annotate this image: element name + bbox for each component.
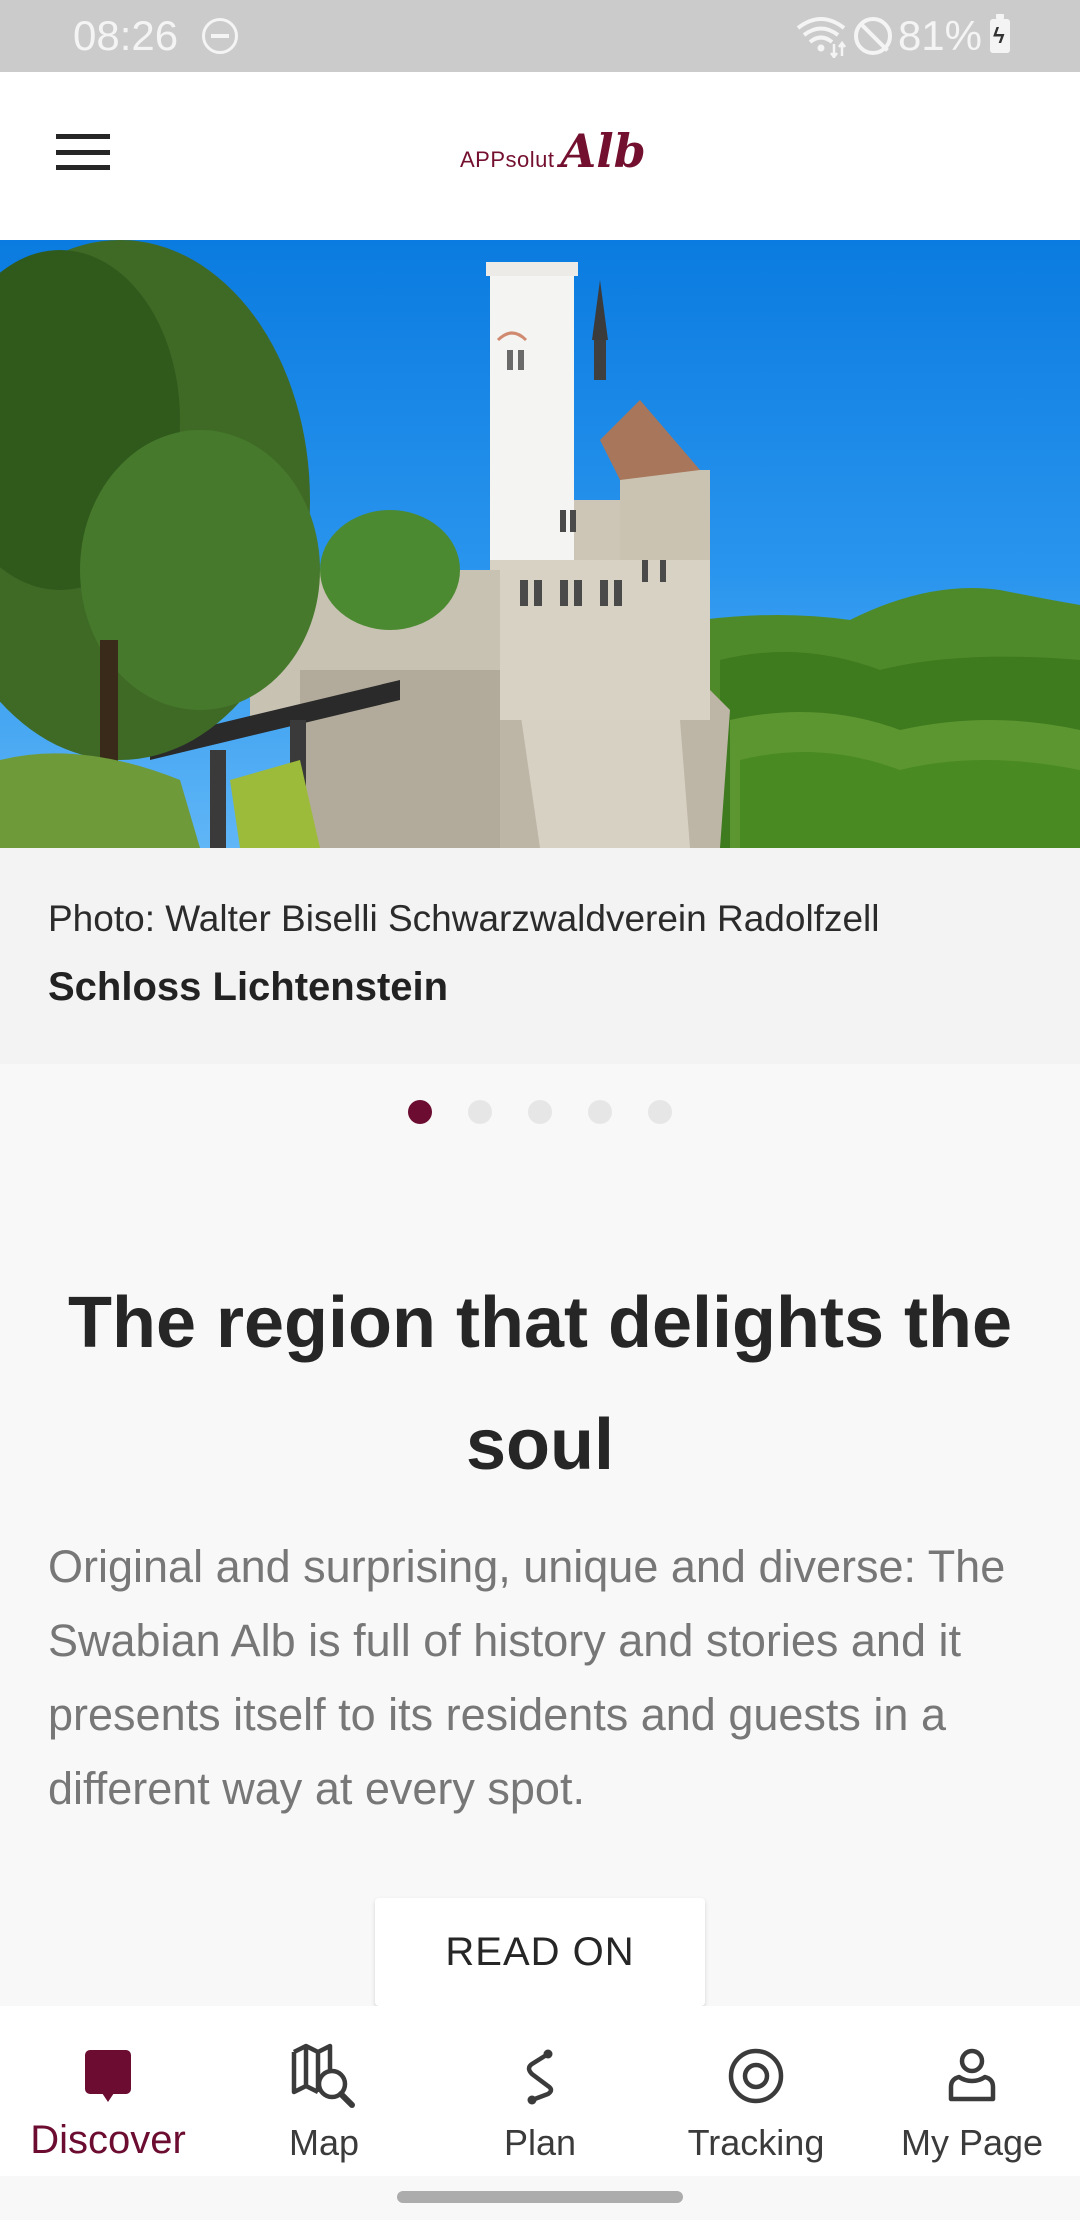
castle-illustration xyxy=(0,240,1080,848)
nav-item-tracking[interactable]: Tracking xyxy=(648,2006,864,2176)
blocked-icon xyxy=(853,17,892,55)
route-icon xyxy=(500,2036,580,2116)
carousel-dot-1[interactable] xyxy=(408,1100,432,1124)
user-icon xyxy=(932,2036,1012,2116)
photo-credit: Photo: Walter Biselli Schwarzwaldverein … xyxy=(48,898,880,939)
nav-item-discover[interactable]: Discover xyxy=(0,2006,216,2176)
nav-label-discover: Discover xyxy=(30,2118,186,2162)
discover-icon xyxy=(68,2036,148,2116)
nav-label-my-page: My Page xyxy=(900,2122,1044,2163)
logo-prefix: APPsolut xyxy=(460,147,555,172)
carousel-dot-5[interactable] xyxy=(648,1100,672,1124)
status-right-group: 81% ϟ xyxy=(794,10,1010,62)
battery-charging-icon: ϟ xyxy=(990,14,1010,53)
nav-item-map[interactable]: Map xyxy=(216,2006,432,2176)
carousel-dot-3[interactable] xyxy=(528,1100,552,1124)
battery-percent: 81% xyxy=(897,12,982,59)
carousel-dot-2[interactable] xyxy=(468,1100,492,1124)
status-time: 08:26 xyxy=(73,12,179,59)
logo-suffix: Alb xyxy=(560,124,646,178)
hero-caption: Photo: Walter Biselli Schwarzwaldverein … xyxy=(0,848,1080,1064)
screen: 08:26 81% ϟ APPsolut Alb Photo: Walter B… xyxy=(0,0,1080,2220)
nav-item-my-page[interactable]: My Page xyxy=(864,2006,1080,2176)
tracking-target-icon xyxy=(716,2036,796,2116)
do-not-disturb-icon xyxy=(202,18,238,54)
carousel-dot-4[interactable] xyxy=(588,1100,612,1124)
read-on-button[interactable]: READ ON xyxy=(375,1898,705,2006)
nav-label-plan: Plan xyxy=(503,2122,577,2163)
nav-label-map: Map xyxy=(288,2122,360,2163)
carousel-indicator xyxy=(0,1100,1080,1126)
bottom-navigation: Discover Map Plan Tracking My Page xyxy=(0,2006,1080,2176)
wifi-icon xyxy=(796,17,846,58)
hamburger-menu-icon[interactable] xyxy=(56,134,112,174)
hero-image[interactable] xyxy=(0,240,1080,848)
section-body: Original and surprising, unique and dive… xyxy=(48,1541,1006,1814)
home-gesture-handle[interactable] xyxy=(397,2191,683,2203)
section-headline: The region that delights the soul xyxy=(67,1283,1012,1485)
hero-title: Schloss Lichtenstein xyxy=(48,965,449,1009)
map-search-icon xyxy=(284,2036,364,2116)
app-logo: APPsolut Alb xyxy=(460,124,646,184)
nav-label-tracking: Tracking xyxy=(687,2122,825,2163)
status-bar: 08:26 81% ϟ xyxy=(0,0,1080,72)
nav-item-plan[interactable]: Plan xyxy=(432,2006,648,2176)
app-bar: APPsolut Alb xyxy=(0,72,1080,240)
